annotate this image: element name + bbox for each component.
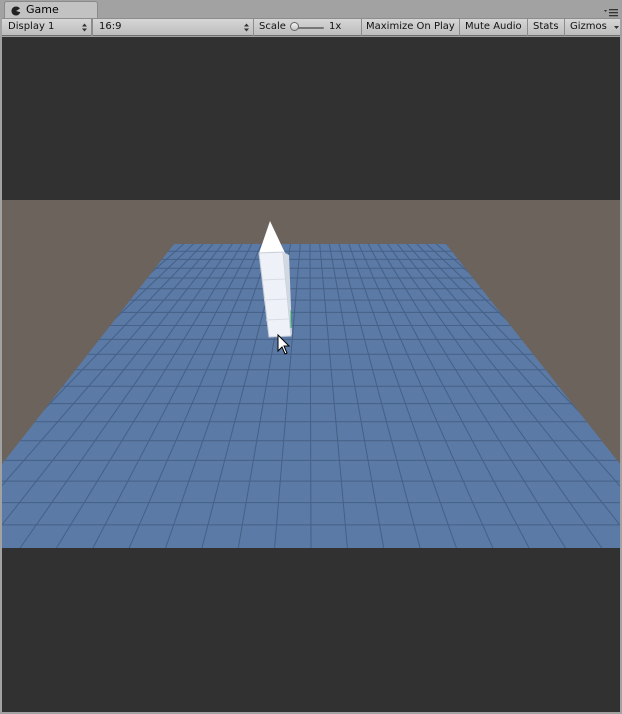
dropdown-arrow-icon: [614, 26, 619, 29]
scale-value: 1x: [329, 21, 342, 32]
display-dropdown-value: Display 1: [8, 21, 55, 32]
maximize-on-play-toggle[interactable]: Maximize On Play: [362, 19, 460, 36]
maximize-on-play-label: Maximize On Play: [366, 21, 455, 32]
stats-toggle[interactable]: Stats: [528, 19, 565, 36]
mute-audio-label: Mute Audio: [465, 21, 522, 32]
gizmos-label: Gizmos: [570, 21, 607, 32]
aspect-dropdown[interactable]: 16:9: [92, 19, 254, 36]
aspect-dropdown-value: 16:9: [99, 21, 122, 32]
scale-slider-thumb[interactable]: [290, 22, 299, 31]
scene-render: [2, 200, 620, 548]
dropdown-arrows-icon: [82, 23, 87, 32]
scale-control: Scale 1x: [254, 19, 362, 36]
tab-strip: Game: [0, 0, 622, 18]
display-dropdown[interactable]: Display 1: [2, 19, 92, 36]
game-toolbar: Display 1 16:9 Scale 1x Maximize On Play…: [2, 18, 620, 36]
dropdown-arrows-icon: [244, 23, 249, 32]
tab-game-label: Game: [26, 3, 59, 16]
panel-menu-icon[interactable]: [603, 8, 619, 18]
mute-audio-toggle[interactable]: Mute Audio: [460, 19, 528, 36]
tab-game[interactable]: Game: [4, 1, 98, 18]
pacman-icon: [11, 6, 21, 16]
game-viewport[interactable]: [2, 37, 620, 712]
scale-label: Scale: [259, 21, 286, 32]
gizmos-dropdown[interactable]: Gizmos: [565, 19, 620, 36]
stats-label: Stats: [533, 21, 559, 32]
